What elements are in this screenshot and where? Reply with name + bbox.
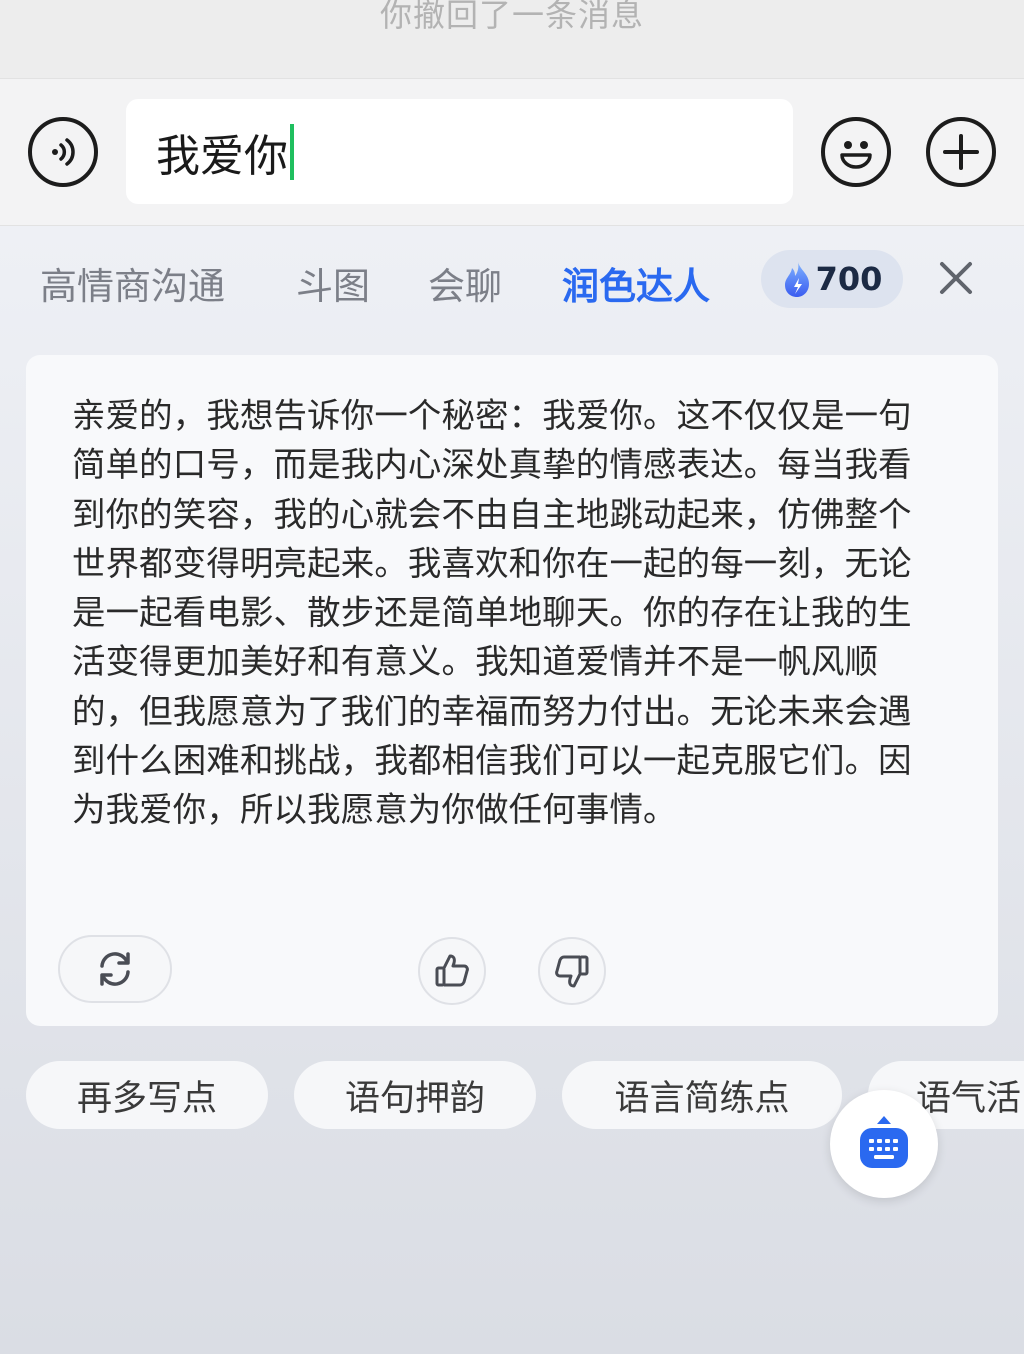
regenerate-button[interactable] <box>58 935 172 1003</box>
input-bar: 我爱你 <box>0 78 1024 226</box>
message-input[interactable]: 我爱你 <box>126 99 793 204</box>
tab-meme[interactable]: 斗图 <box>296 256 370 310</box>
like-button[interactable] <box>418 937 486 1005</box>
close-button[interactable] <box>934 256 978 300</box>
thumbs-down-icon <box>555 955 589 988</box>
more-button[interactable] <box>926 117 996 187</box>
chip-write-more[interactable]: 再多写点 <box>26 1061 268 1129</box>
message-input-value: 我爱你 <box>156 130 288 182</box>
tab-high-eq[interactable]: 高情商沟通 <box>40 256 225 310</box>
emoji-button[interactable] <box>821 117 891 187</box>
dislike-button[interactable] <box>538 937 606 1005</box>
voice-icon <box>52 138 75 166</box>
credits-value: 700 <box>815 260 883 298</box>
close-icon <box>940 262 972 294</box>
flame-icon <box>784 262 809 297</box>
result-card: 亲爱的，我想告诉你一个秘密：我爱你。这不仅仅是一句简单的口号，而是我内心深处真挚… <box>26 355 998 1026</box>
result-text: 亲爱的，我想告诉你一个秘密：我爱你。这不仅仅是一句简单的口号，而是我内心深处真挚… <box>72 396 912 830</box>
system-message: 你撤回了一条消息 <box>379 0 644 34</box>
tab-chat[interactable]: 会聊 <box>428 256 502 310</box>
credits-badge[interactable]: 700 <box>761 250 903 308</box>
emoji-icon <box>840 141 872 169</box>
refresh-icon <box>100 952 130 986</box>
tab-polish[interactable]: 润色达人 <box>562 256 710 310</box>
voice-button[interactable] <box>28 117 98 187</box>
thumbs-up-icon <box>435 954 469 987</box>
chip-concise[interactable]: 语言简练点 <box>562 1061 842 1129</box>
text-cursor <box>290 123 294 180</box>
plus-icon <box>943 134 979 170</box>
keyboard-button[interactable] <box>830 1090 938 1198</box>
keyboard-icon <box>860 1116 908 1168</box>
chip-rhyme[interactable]: 语句押韵 <box>294 1061 536 1129</box>
ai-assistant-tabs: 高情商沟通 斗图 会聊 润色达人 700 <box>0 250 1024 310</box>
